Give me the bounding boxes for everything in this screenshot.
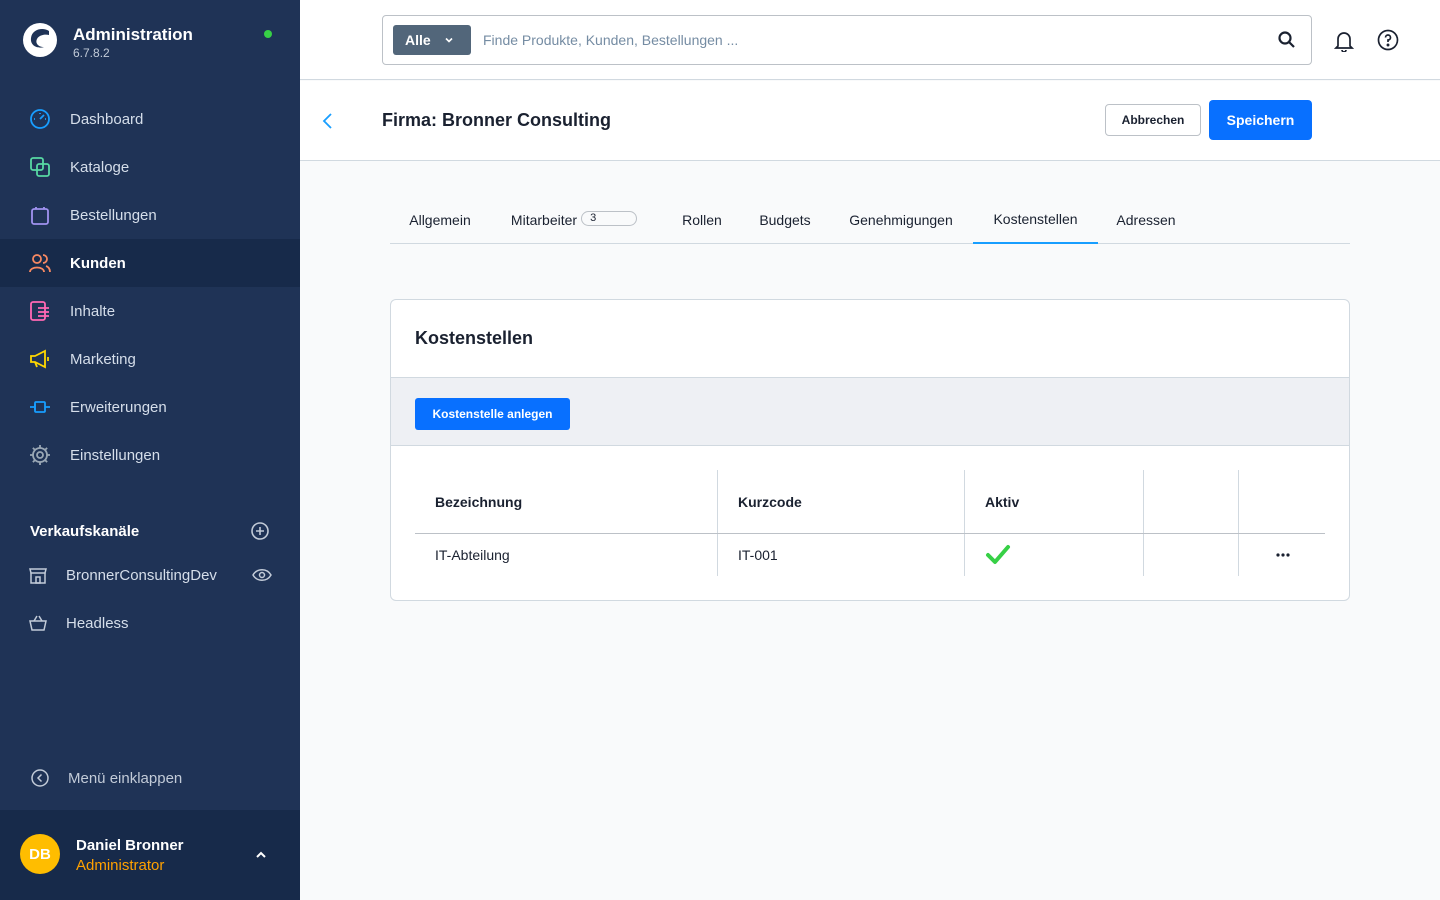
top-bar: Alle: [300, 0, 1440, 80]
search-type-select[interactable]: Alle: [393, 25, 471, 55]
tab-label: Kostenstellen: [993, 211, 1078, 227]
gauge-icon: [28, 107, 52, 131]
back-arrow-icon[interactable]: [320, 110, 336, 132]
tab-adressen[interactable]: Adressen: [1102, 200, 1190, 244]
collapse-menu-button[interactable]: Menü einklappen: [0, 760, 300, 796]
sidebar-item-label: Inhalte: [70, 302, 116, 320]
tab-rollen[interactable]: Rollen: [666, 200, 738, 244]
status-indicator: [264, 30, 272, 38]
user-profile[interactable]: DB Daniel Bronner Administrator: [0, 810, 300, 900]
tab-label: Genehmigungen: [849, 212, 953, 228]
sales-channel-label: BronnerConsultingDev: [66, 566, 217, 584]
column-header-empty: [1143, 470, 1238, 533]
cancel-button[interactable]: Abbrechen: [1105, 104, 1201, 136]
cell-actions: [1238, 534, 1325, 576]
storefront-icon: [29, 568, 47, 584]
tab-label: Allgemein: [409, 212, 471, 228]
sales-channel-headless[interactable]: Headless: [0, 605, 300, 641]
content-icon: [28, 299, 52, 323]
shopware-logo-icon: [23, 23, 57, 57]
shopping-bag-icon: [28, 203, 52, 227]
card-title: Kostenstellen: [415, 328, 534, 348]
more-actions-icon[interactable]: [1275, 552, 1291, 558]
tab-label: Mitarbeiter: [510, 212, 578, 228]
sidebar-item-marketing[interactable]: Marketing: [0, 335, 300, 383]
avatar: DB: [20, 834, 60, 874]
sidebar-item-catalogs[interactable]: Kataloge: [0, 143, 300, 191]
cell-code: IT-001: [717, 534, 964, 576]
cell-active: [964, 534, 1143, 576]
brand: Administration 6.7.8.2: [0, 0, 300, 80]
users-icon: [28, 251, 52, 275]
eye-icon[interactable]: [252, 567, 272, 583]
search-type-label: Alle: [405, 32, 431, 48]
sidebar-item-label: Einstellungen: [70, 446, 161, 464]
sidebar-item-extensions[interactable]: Erweiterungen: [0, 383, 300, 431]
tab-kostenstellen[interactable]: Kostenstellen: [973, 200, 1098, 244]
megaphone-icon: [28, 347, 52, 371]
gear-icon: [28, 443, 52, 467]
tab-mitarbeiter[interactable]: Mitarbeiter 3: [490, 200, 658, 244]
search-input[interactable]: [483, 25, 1263, 55]
checkmark-icon: [986, 545, 1010, 564]
count-badge: 3: [581, 210, 638, 226]
sidebar-item-dashboard[interactable]: Dashboard: [0, 95, 300, 143]
sidebar-item-label: Marketing: [70, 350, 136, 368]
chevron-down-icon: [445, 37, 453, 43]
sidebar-item-label: Dashboard: [70, 110, 144, 128]
create-cost-center-button[interactable]: Kostenstelle anlegen: [415, 398, 570, 430]
sidebar-item-label: Kataloge: [70, 158, 130, 176]
cell-name: IT-Abteilung: [435, 547, 510, 563]
cost-centers-table: Bezeichnung Kurzcode Aktiv IT-Abteilung …: [415, 470, 1325, 576]
table-header: Bezeichnung Kurzcode Aktiv: [415, 470, 1325, 534]
sidebar-item-label: Bestellungen: [70, 206, 157, 224]
cost-centers-card: Kostenstellen Kostenstelle anlegen Bezei…: [390, 299, 1350, 601]
sidebar: Administration 6.7.8.2 Dashboard Katalog…: [0, 0, 300, 900]
global-search: Alle: [382, 15, 1312, 65]
page-title: Firma: Bronner Consulting: [382, 110, 611, 130]
tab-allgemein[interactable]: Allgemein: [390, 200, 490, 244]
tab-label: Budgets: [759, 212, 811, 228]
sales-channel-label: Headless: [66, 614, 129, 632]
sales-channels-header: Verkaufskanäle: [30, 520, 270, 542]
sidebar-item-content[interactable]: Inhalte: [0, 287, 300, 335]
column-header-actions: [1238, 470, 1325, 533]
tab-label: Rollen: [682, 212, 722, 228]
user-name: Daniel Bronner: [76, 837, 184, 854]
save-button[interactable]: Speichern: [1209, 100, 1312, 140]
card-toolbar: Kostenstelle anlegen: [391, 377, 1349, 446]
sales-channel-bronnerconsultingdev[interactable]: BronnerConsultingDev: [0, 557, 300, 593]
main-navigation: Dashboard Kataloge Bestellungen Kunden I…: [0, 95, 300, 479]
column-header-name[interactable]: Bezeichnung: [415, 470, 717, 533]
plus-circle-icon[interactable]: [250, 521, 270, 541]
search-icon[interactable]: [1277, 30, 1297, 50]
table-row[interactable]: IT-Abteilung IT-001: [415, 534, 1325, 576]
tab-label: Adressen: [1116, 212, 1176, 228]
collapse-menu-label: Menü einklappen: [68, 769, 183, 787]
column-header-active[interactable]: Aktiv: [964, 470, 1143, 533]
tab-genehmigungen[interactable]: Genehmigungen: [830, 200, 972, 244]
tab-budgets[interactable]: Budgets: [744, 200, 826, 244]
sales-channels-title: Verkaufskanäle: [30, 522, 140, 540]
chevron-left-circle-icon: [31, 769, 49, 787]
sidebar-item-label: Kunden: [70, 254, 126, 272]
plug-icon: [28, 395, 52, 419]
smart-bar: Firma: Bronner Consulting Abbrechen Spei…: [300, 81, 1440, 161]
sidebar-item-settings[interactable]: Einstellungen: [0, 431, 300, 479]
column-header-code[interactable]: Kurzcode: [717, 470, 964, 533]
cell-empty: [1143, 534, 1238, 576]
catalog-icon: [28, 155, 52, 179]
app-version: 6.7.8.2: [73, 46, 110, 60]
user-role: Administrator: [76, 857, 165, 874]
sidebar-item-customers[interactable]: Kunden: [0, 239, 300, 287]
bell-icon[interactable]: [1334, 30, 1354, 52]
tab-bar: Allgemein Mitarbeiter 3 Rollen Budgets G…: [390, 200, 1350, 244]
sidebar-item-label: Erweiterungen: [70, 398, 167, 416]
app-title: Administration: [73, 25, 193, 44]
basket-icon: [29, 615, 47, 631]
sidebar-item-orders[interactable]: Bestellungen: [0, 191, 300, 239]
help-icon[interactable]: [1377, 29, 1399, 51]
chevron-up-icon[interactable]: [252, 846, 270, 864]
